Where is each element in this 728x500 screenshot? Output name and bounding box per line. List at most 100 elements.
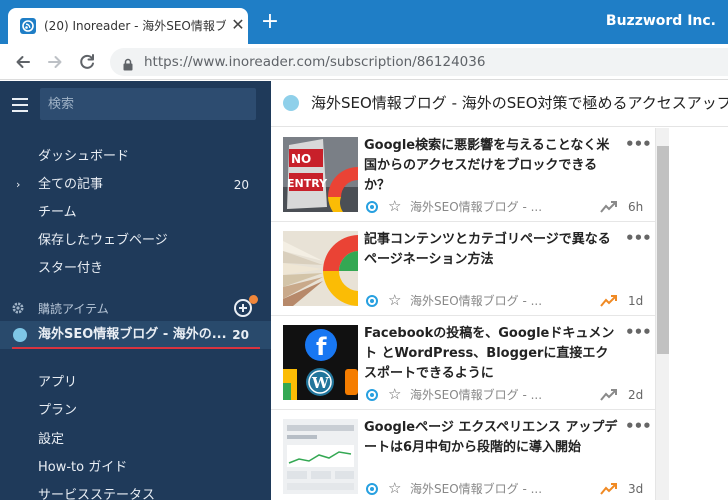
tab-title: (20) Inoreader - 海外SEO情報ブログ <box>44 19 226 33</box>
star-icon[interactable]: ☆ <box>388 292 401 308</box>
back-arrow-icon[interactable] <box>12 51 34 73</box>
sidebar-item-all-articles[interactable]: › 全ての記事 20 <box>0 171 271 199</box>
article-age: 6h <box>628 200 644 214</box>
sidebar: ダッシュボード › 全ての記事 20 チーム 保存したウェブページ スター付き … <box>0 81 271 500</box>
lock-icon <box>122 56 134 75</box>
tab-close-icon[interactable]: ✕ <box>230 17 246 33</box>
forward-arrow-icon[interactable] <box>44 51 66 73</box>
article-meta: ☆ 海外SEO情報ブログ - ... 3d <box>364 480 655 500</box>
star-icon[interactable]: ☆ <box>388 480 401 496</box>
reading-pane <box>670 128 728 500</box>
sidebar-item-howto[interactable]: How-to ガイド <box>0 454 271 482</box>
sidebar-item-apps[interactable]: アプリ <box>0 369 271 397</box>
url-text[interactable]: https://www.inoreader.com/subscription/8… <box>144 54 485 70</box>
scrollbar-thumb[interactable] <box>657 146 669 354</box>
unread-count: 20 <box>233 178 249 192</box>
sidebar-item-label: アプリ <box>38 375 78 390</box>
article-row[interactable]: 記事コンテンツとカテゴリページで異なるページネーション方法 ••• ☆ 海外SE… <box>271 222 655 316</box>
article-age: 1d <box>628 294 644 308</box>
article-meta: ☆ 海外SEO情報ブログ - ... 2d <box>364 386 655 406</box>
sidebar-item-plans[interactable]: プラン <box>0 397 271 425</box>
sidebar-item-label: 保存したウェブページ <box>38 233 168 248</box>
sidebar-item-active-feed[interactable]: 海外SEO情報ブログ - 海外の... 20 <box>0 321 271 349</box>
gear-icon[interactable] <box>11 300 25 319</box>
article-meta: ☆ 海外SEO情報ブログ - ... 1d <box>364 292 655 312</box>
trending-icon <box>600 199 618 218</box>
feed-globe-icon <box>283 95 299 111</box>
article-source[interactable]: 海外SEO情報ブログ - ... <box>410 293 542 309</box>
svg-text:ENTRY: ENTRY <box>287 177 328 190</box>
sidebar-item-label: サービスステータス <box>38 488 156 500</box>
star-icon[interactable]: ☆ <box>388 198 401 214</box>
sidebar-item-label: 海外SEO情報ブログ - 海外の... <box>38 327 227 342</box>
unread-indicator-icon[interactable] <box>366 201 378 213</box>
sidebar-item-label: 全ての記事 <box>38 177 104 192</box>
sidebar-item-settings[interactable]: 設定 <box>0 426 271 454</box>
trending-icon <box>600 481 618 500</box>
article-title[interactable]: Facebookの投稿を、Googleドキュメント とWordPress、Blo… <box>364 324 618 384</box>
sidebar-item-label: スター付き <box>38 261 104 276</box>
sidebar-item-starred[interactable]: スター付き <box>0 255 271 283</box>
unread-indicator-icon[interactable] <box>366 295 378 307</box>
article-age: 3d <box>628 482 644 496</box>
article-thumbnail-social-logos[interactable]: f W <box>283 325 358 400</box>
sidebar-item-label: チーム <box>38 205 77 220</box>
subscriptions-label: 購読アイテム <box>38 302 109 316</box>
article-list: NO ENTRY Google検索に悪影響を与えることなく米国からのアクセスだけ… <box>271 128 655 500</box>
article-meta: ☆ 海外SEO情報ブログ - ... 6h <box>364 198 655 218</box>
article-row[interactable]: NO ENTRY Google検索に悪影響を与えることなく米国からのアクセスだけ… <box>271 128 655 222</box>
notification-dot <box>249 295 258 304</box>
feed-globe-icon <box>13 328 27 342</box>
more-options-icon[interactable]: ••• <box>625 136 652 152</box>
svg-text:NO: NO <box>291 152 311 166</box>
feed-title[interactable]: 海外SEO情報ブログ - 海外のSEO対策で極めるアクセスアップ <box>311 93 728 113</box>
star-icon[interactable]: ☆ <box>388 386 401 402</box>
browser-toolbar: https://www.inoreader.com/subscription/8… <box>0 44 728 80</box>
article-title[interactable]: Google検索に悪影響を与えることなく米国からのアクセスだけをブロックできるか… <box>364 136 618 196</box>
article-title[interactable]: Googleページ エクスペリエンス アップデートは6月中旬から段階的に導入開始 <box>364 418 618 458</box>
article-thumbnail-no-entry[interactable]: NO ENTRY <box>283 137 358 212</box>
article-title[interactable]: 記事コンテンツとカテゴリページで異なるページネーション方法 <box>364 230 618 270</box>
trending-icon <box>600 387 618 406</box>
sidebar-item-dashboard[interactable]: ダッシュボード <box>0 143 271 171</box>
article-row[interactable]: Googleページ エクスペリエンス アップデートは6月中旬から段階的に導入開始… <box>271 410 655 500</box>
more-options-icon[interactable]: ••• <box>625 230 652 246</box>
sidebar-item-label: 設定 <box>38 432 65 447</box>
feed-header: 海外SEO情報ブログ - 海外のSEO対策で極めるアクセスアップ <box>271 81 728 127</box>
trending-icon <box>600 293 618 312</box>
sidebar-item-label: ダッシュボード <box>38 149 130 164</box>
article-thumbnail-dashboard[interactable] <box>283 419 358 494</box>
subscriptions-section-header: 購読アイテム <box>0 295 271 321</box>
reload-icon[interactable] <box>76 51 98 73</box>
article-age: 2d <box>628 388 644 402</box>
article-source[interactable]: 海外SEO情報ブログ - ... <box>410 481 542 497</box>
profile-name[interactable]: Buzzword Inc. <box>606 12 716 30</box>
unread-count: 20 <box>232 328 249 342</box>
search-box[interactable] <box>40 88 256 120</box>
article-row[interactable]: f W Facebookの投稿を、Googleドキュメント とWordPress… <box>271 316 655 410</box>
article-thumbnail-book[interactable] <box>283 231 358 306</box>
article-list-scrollbar[interactable] <box>655 128 669 500</box>
svg-text:W: W <box>311 374 330 392</box>
more-options-icon[interactable]: ••• <box>625 418 652 434</box>
sidebar-item-team[interactable]: チーム <box>0 199 271 227</box>
inoreader-favicon-icon <box>20 18 36 34</box>
more-options-icon[interactable]: ••• <box>625 324 652 340</box>
address-bar[interactable]: https://www.inoreader.com/subscription/8… <box>110 48 728 76</box>
unread-indicator-icon[interactable] <box>366 483 378 495</box>
hamburger-menu-icon[interactable] <box>12 98 28 112</box>
new-tab-button[interactable]: + <box>260 11 280 33</box>
sidebar-item-saved-pages[interactable]: 保存したウェブページ <box>0 227 271 255</box>
sidebar-item-label: プラン <box>38 403 78 418</box>
article-source[interactable]: 海外SEO情報ブログ - ... <box>410 199 542 215</box>
article-source[interactable]: 海外SEO情報ブログ - ... <box>410 387 542 403</box>
sidebar-item-label: How-to ガイド <box>38 460 128 475</box>
browser-tab-bar: (20) Inoreader - 海外SEO情報ブログ ✕ + Buzzword… <box>0 0 728 44</box>
search-input[interactable] <box>40 88 256 120</box>
sidebar-item-service-status[interactable]: サービスステータス <box>0 482 271 500</box>
browser-tab[interactable]: (20) Inoreader - 海外SEO情報ブログ ✕ <box>8 8 248 44</box>
chevron-right-icon[interactable]: › <box>16 171 20 199</box>
svg-text:f: f <box>316 333 327 361</box>
unread-indicator-icon[interactable] <box>366 389 378 401</box>
active-feed-underline <box>12 347 260 349</box>
